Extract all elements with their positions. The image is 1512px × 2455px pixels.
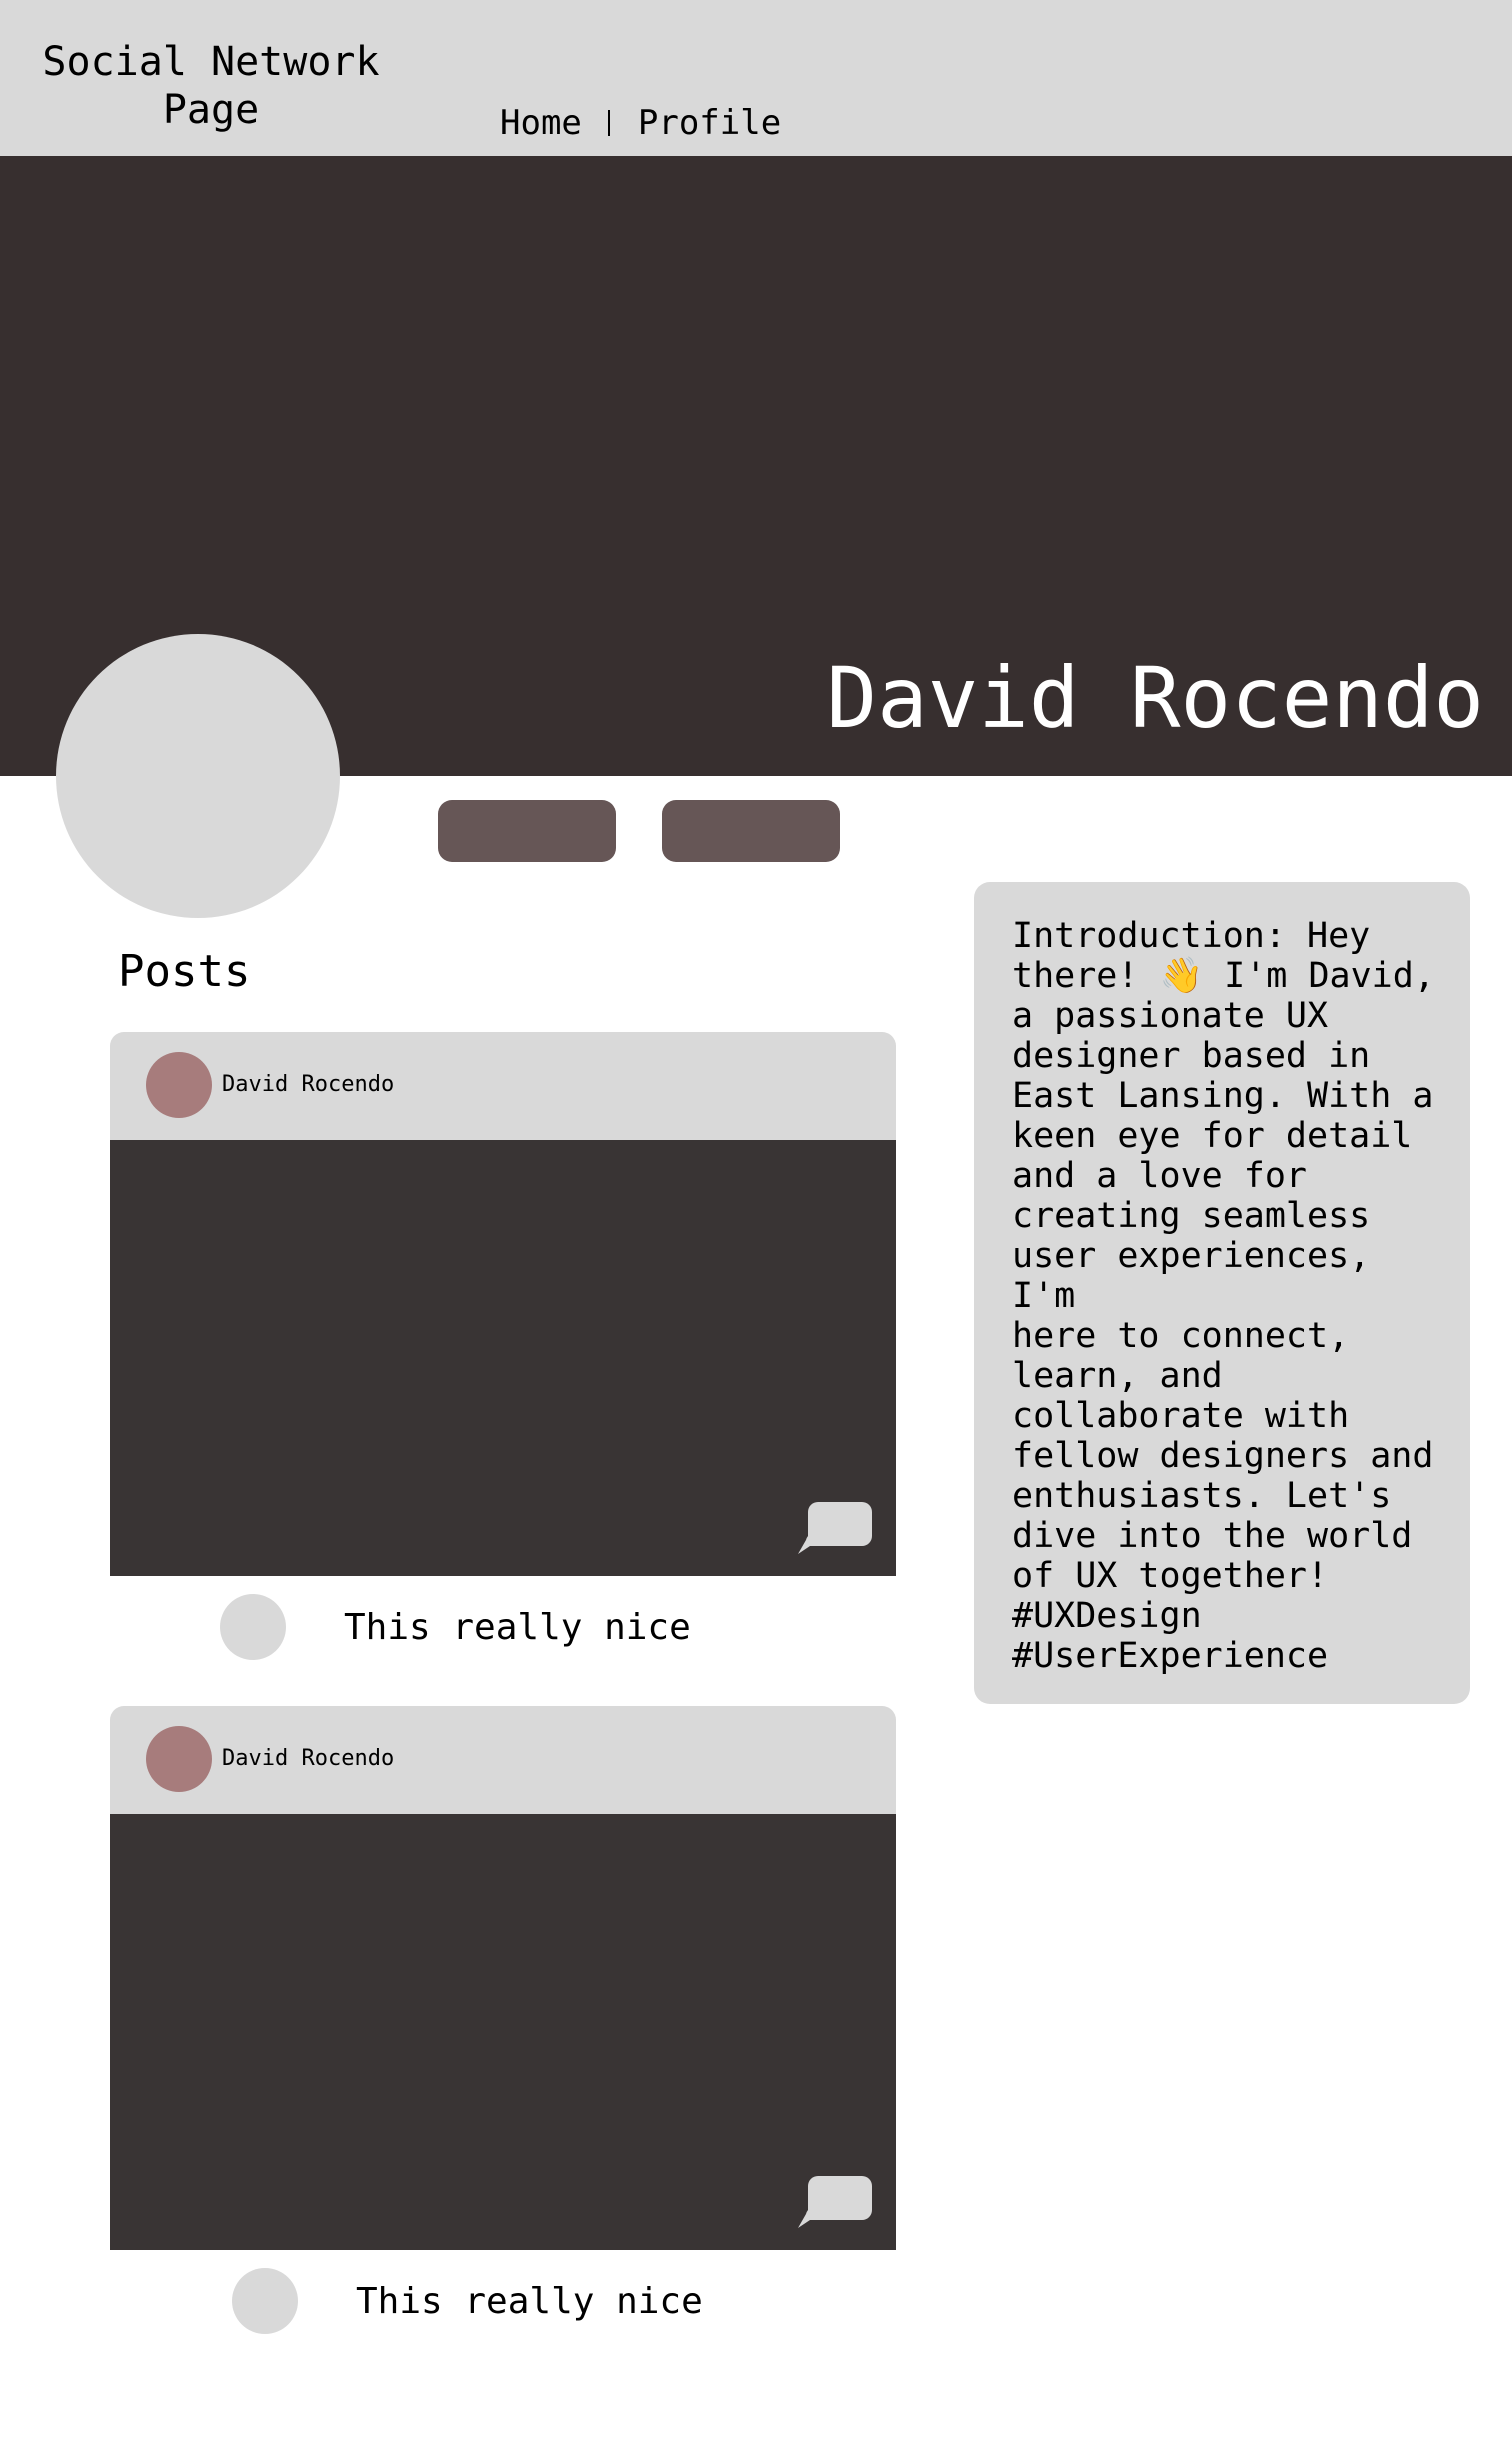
profile-action-button-1[interactable] (438, 800, 616, 862)
introduction-card: Introduction: Hey there! 👋 I'm David, a … (974, 882, 1470, 1704)
post-author-name[interactable]: David Rocendo (222, 1744, 394, 1774)
comment-text: This really nice (356, 2281, 703, 2322)
nav-home-link[interactable]: Home (500, 102, 582, 144)
profile-avatar[interactable] (56, 634, 340, 918)
profile-name: David Rocendo (826, 649, 1484, 747)
post-image[interactable] (110, 1140, 896, 1576)
comment-bubble-icon[interactable] (796, 2174, 874, 2228)
posts-heading: Posts (118, 946, 251, 997)
top-navigation-bar: Social Network Page Home Profile (0, 0, 1512, 156)
comment-row: This really nice (110, 2268, 896, 2338)
post-header: David Rocendo (110, 1706, 896, 1814)
comment-row: This really nice (110, 1594, 896, 1664)
post-author-avatar[interactable] (146, 1726, 212, 1792)
introduction-text: Introduction: Hey there! 👋 I'm David, a … (1012, 916, 1435, 1676)
commenter-avatar[interactable] (220, 1594, 286, 1660)
main-nav: Home Profile (500, 102, 781, 144)
post-card: David Rocendo (110, 1032, 896, 1576)
post-header: David Rocendo (110, 1032, 896, 1140)
profile-action-button-2[interactable] (662, 800, 840, 862)
post-author-avatar[interactable] (146, 1052, 212, 1118)
site-title: Social Network Page (42, 39, 380, 133)
comment-bubble-icon[interactable] (796, 1500, 874, 1554)
post-card: David Rocendo (110, 1706, 896, 2250)
comment-text: This really nice (344, 1607, 691, 1648)
post-author-name[interactable]: David Rocendo (222, 1070, 394, 1100)
nav-divider (607, 110, 610, 136)
commenter-avatar[interactable] (232, 2268, 298, 2334)
nav-profile-link[interactable]: Profile (638, 102, 781, 144)
post-image[interactable] (110, 1814, 896, 2250)
